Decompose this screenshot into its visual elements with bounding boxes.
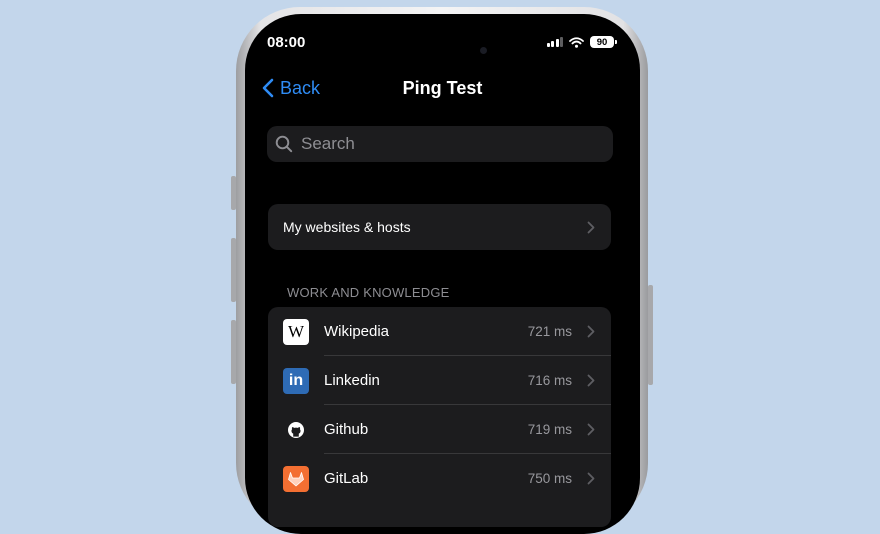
- search-icon: [275, 135, 293, 153]
- page-title: Ping Test: [402, 78, 483, 98]
- camera-icon: [480, 47, 487, 54]
- phone-screen: 08:00 90 Back Ping Test My websites & ho…: [245, 14, 640, 534]
- linkedin-logo-icon: in: [283, 367, 309, 394]
- dynamic-island: [383, 25, 503, 59]
- chevron-right-icon: [587, 221, 595, 234]
- status-time: 08:00: [267, 34, 306, 51]
- site-row-linkedin[interactable]: in Linkedin 716 ms: [268, 356, 611, 405]
- wikipedia-logo-icon: W: [283, 318, 309, 345]
- status-icons: 90: [546, 36, 617, 48]
- side-button: [648, 285, 653, 385]
- search-bar[interactable]: [267, 126, 613, 162]
- volume-up-button: [231, 238, 236, 302]
- site-name: Wikipedia: [324, 323, 390, 340]
- site-name: Github: [324, 421, 369, 438]
- wifi-icon: [569, 36, 584, 48]
- action-button: [231, 176, 236, 210]
- site-row-github[interactable]: Github 719 ms: [268, 405, 611, 454]
- search-input[interactable]: [299, 133, 593, 155]
- latency-value: 719 ms: [527, 422, 572, 437]
- battery-icon: 90: [590, 36, 617, 48]
- site-row-gitlab[interactable]: GitLab 750 ms: [268, 454, 611, 503]
- site-name: GitLab: [324, 470, 369, 487]
- site-row-wikipedia[interactable]: W Wikipedia 721 ms: [268, 307, 611, 356]
- site-list: W Wikipedia 721 ms in Linkedin 716 ms Gi…: [268, 307, 611, 527]
- cellular-signal-icon: [546, 37, 563, 47]
- chevron-right-icon: [587, 374, 595, 387]
- volume-down-button: [231, 320, 236, 384]
- section-header: WORK AND KNOWLEDGE: [287, 285, 450, 300]
- gitlab-logo-icon: [283, 465, 309, 492]
- latency-value: 716 ms: [527, 373, 572, 388]
- chevron-right-icon: [587, 325, 595, 338]
- chevron-right-icon: [587, 472, 595, 485]
- site-name: Linkedin: [324, 372, 380, 389]
- my-websites-hosts-row[interactable]: My websites & hosts: [268, 204, 611, 250]
- latency-value: 721 ms: [527, 324, 572, 339]
- my-websites-hosts-label: My websites & hosts: [283, 219, 411, 235]
- chevron-right-icon: [587, 423, 595, 436]
- latency-value: 750 ms: [527, 471, 572, 486]
- github-logo-icon: [283, 417, 309, 443]
